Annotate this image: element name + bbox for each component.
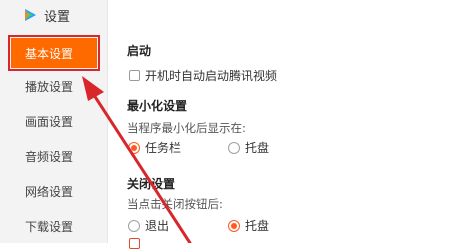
minimize-taskbar-radio[interactable]: 任务栏 <box>128 139 181 156</box>
sidebar-item-network-settings[interactable]: 网络设置 <box>0 176 107 206</box>
radio-dot[interactable] <box>228 141 240 154</box>
sidebar-item-display-settings[interactable]: 画面设置 <box>0 106 107 136</box>
sidebar: 设置 基本设置 播放设置 画面设置 音频设置 网络设置 下载设置 <box>0 0 108 243</box>
close-tray-label: 托盘 <box>245 219 270 233</box>
close-section-title: 关闭设置 <box>127 177 176 191</box>
sidebar-item-basic-settings[interactable]: 基本设置 <box>8 35 100 71</box>
app-title: 设置 <box>44 9 71 25</box>
checkbox-box[interactable] <box>129 70 140 81</box>
close-description: 当点击关闭按钮后: <box>127 197 223 211</box>
radio-dot[interactable] <box>128 141 140 154</box>
autostart-label: 开机时自动启动腾讯视频 <box>145 69 278 83</box>
startup-section-title: 启动 <box>127 44 152 58</box>
minimize-section-title: 最小化设置 <box>127 99 188 113</box>
autostart-checkbox[interactable]: 开机时自动启动腾讯视频 <box>129 67 277 84</box>
app-header: 设置 <box>22 5 70 25</box>
radio-dot[interactable] <box>228 219 240 232</box>
partial-checkbox[interactable] <box>129 238 140 249</box>
exit-label: 退出 <box>145 219 170 233</box>
radio-dot[interactable] <box>128 219 140 232</box>
minimize-description: 当程序最小化后显示在: <box>127 121 246 135</box>
close-tray-radio[interactable]: 托盘 <box>228 217 269 234</box>
minimize-tray-radio[interactable]: 托盘 <box>228 139 269 156</box>
close-exit-radio[interactable]: 退出 <box>128 217 169 234</box>
tencent-video-logo-icon <box>25 9 36 21</box>
sidebar-item-audio-settings[interactable]: 音频设置 <box>0 141 107 171</box>
taskbar-label: 任务栏 <box>145 141 182 155</box>
settings-panel: 启动 开机时自动启动腾讯视频 最小化设置 当程序最小化后显示在: 任务栏 托盘 … <box>107 0 453 249</box>
tray-label: 托盘 <box>245 141 270 155</box>
sidebar-item-download-settings[interactable]: 下载设置 <box>0 211 107 241</box>
sidebar-item-playback-settings[interactable]: 播放设置 <box>0 71 107 101</box>
